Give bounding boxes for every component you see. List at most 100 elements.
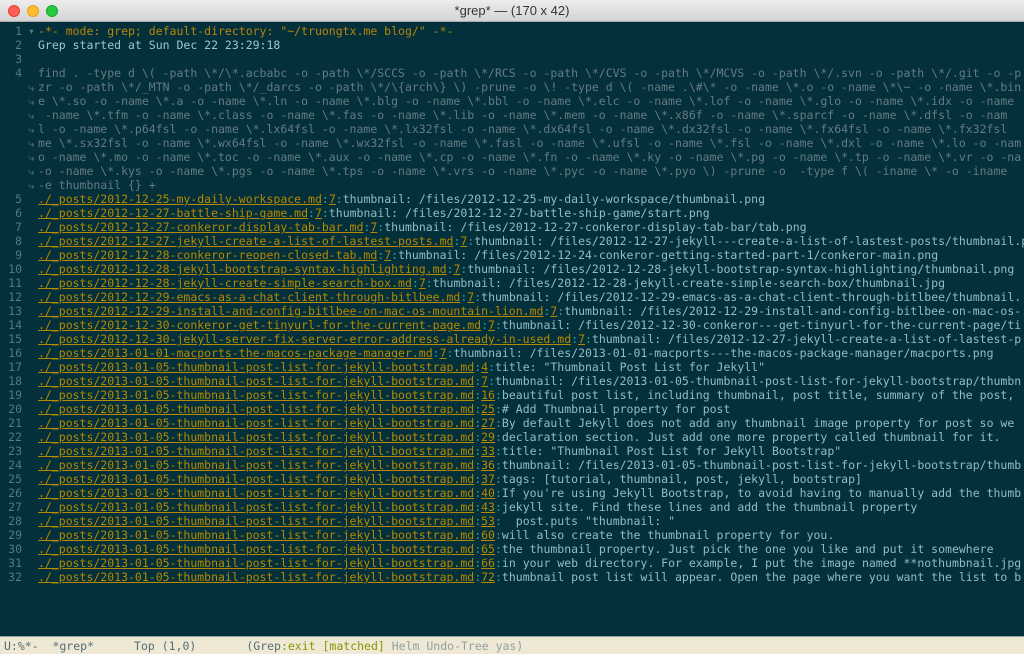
match-file[interactable]: ./_posts/2012-12-28-conkeror-reopen-clos… [38,248,377,262]
editor-line[interactable]: 25./_posts/2013-01-05-thumbnail-post-lis… [0,472,1024,486]
fold-indicator [28,402,38,416]
editor-line[interactable]: 24./_posts/2013-01-05-thumbnail-post-lis… [0,458,1024,472]
editor-line[interactable]: ⤷zr -o -path \*/_MTN -o -path \*/_darcs … [0,80,1024,94]
match-line[interactable]: 7 [329,192,336,206]
zoom-icon[interactable] [46,5,58,17]
editor-line[interactable]: ⤷me \*.sx32fsl -o -name \*.wx64fsl -o -n… [0,136,1024,150]
match-file[interactable]: ./_posts/2012-12-30-conkeror-get-tinyurl… [38,318,481,332]
match-file[interactable]: ./_posts/2012-12-30-jekyll-server-fix-se… [38,332,571,346]
match-line[interactable]: 66 [481,556,495,570]
editor-line[interactable]: 30./_posts/2013-01-05-thumbnail-post-lis… [0,542,1024,556]
editor-line[interactable]: 13./_posts/2012-12-29-install-and-config… [0,304,1024,318]
match-file[interactable]: ./_posts/2013-01-05-thumbnail-post-list-… [38,374,474,388]
match-line[interactable]: 33 [481,444,495,458]
editor-line[interactable]: 28./_posts/2013-01-05-thumbnail-post-lis… [0,514,1024,528]
match-line[interactable]: 7 [488,318,495,332]
match-file[interactable]: ./_posts/2013-01-05-thumbnail-post-list-… [38,360,474,374]
match-line[interactable]: 7 [578,332,585,346]
match-file[interactable]: ./_posts/2013-01-05-thumbnail-post-list-… [38,542,474,556]
editor-line[interactable]: 18./_posts/2013-01-05-thumbnail-post-lis… [0,374,1024,388]
match-file[interactable]: ./_posts/2013-01-05-thumbnail-post-list-… [38,402,474,416]
match-line[interactable]: 43 [481,500,495,514]
match-file[interactable]: ./_posts/2013-01-01-macports-the-macos-p… [38,346,433,360]
match-line[interactable]: 7 [440,346,447,360]
editor-line[interactable]: 23./_posts/2013-01-05-thumbnail-post-lis… [0,444,1024,458]
match-line[interactable]: 16 [481,388,495,402]
editor-line[interactable]: 27./_posts/2013-01-05-thumbnail-post-lis… [0,500,1024,514]
editor-line[interactable]: 20./_posts/2013-01-05-thumbnail-post-lis… [0,402,1024,416]
match-file[interactable]: ./_posts/2013-01-05-thumbnail-post-list-… [38,486,474,500]
match-file[interactable]: ./_posts/2012-12-29-install-and-config-b… [38,304,543,318]
editor-line[interactable]: 17./_posts/2013-01-05-thumbnail-post-lis… [0,360,1024,374]
match-file[interactable]: ./_posts/2012-12-28-jekyll-create-simple… [38,276,412,290]
match-line[interactable]: 72 [481,570,495,584]
editor-line[interactable]: 6./_posts/2012-12-27-battle-ship-game.md… [0,206,1024,220]
match-line[interactable]: 29 [481,430,495,444]
match-line[interactable]: 7 [315,206,322,220]
editor-line[interactable]: 9 ./_posts/2012-12-28-conkeror-reopen-clo… [0,248,1024,262]
match-file[interactable]: ./_posts/2013-01-05-thumbnail-post-list-… [38,430,474,444]
match-file[interactable]: ./_posts/2013-01-05-thumbnail-post-list-… [38,458,474,472]
editor-line[interactable]: 31./_posts/2013-01-05-thumbnail-post-lis… [0,556,1024,570]
editor-line[interactable]: 12./_posts/2012-12-29-emacs-as-a-chat-cl… [0,290,1024,304]
match-file[interactable]: ./_posts/2013-01-05-thumbnail-post-list-… [38,528,474,542]
editor-line[interactable]: 32./_posts/2013-01-05-thumbnail-post-lis… [0,570,1024,584]
editor-line[interactable]: ⤷o -name \*.mo -o -name \*.toc -o -name … [0,150,1024,164]
editor-line[interactable]: 29./_posts/2013-01-05-thumbnail-post-lis… [0,528,1024,542]
editor-line[interactable]: 16./_posts/2013-01-01-macports-the-macos… [0,346,1024,360]
match-file[interactable]: ./_posts/2012-12-29-emacs-as-a-chat-clie… [38,290,460,304]
editor-line[interactable]: 1▾-*- mode: grep; default-directory: "~/… [0,24,1024,38]
editor-line[interactable]: 8./_posts/2012-12-27-jekyll-create-a-lis… [0,234,1024,248]
match-line[interactable]: 36 [481,458,495,472]
match-file[interactable]: ./_posts/2012-12-27-jekyll-create-a-list… [38,234,453,248]
match-line[interactable]: 53 [481,514,495,528]
editor-line[interactable]: ⤷l -o -name \*.p64fsl -o -name \*.lx64fs… [0,122,1024,136]
minimize-icon[interactable] [27,5,39,17]
match-line[interactable]: 60 [481,528,495,542]
match-file[interactable]: ./_posts/2013-01-05-thumbnail-post-list-… [38,472,474,486]
match-file[interactable]: ./_posts/2013-01-05-thumbnail-post-list-… [38,444,474,458]
line-number: 3 [0,52,28,66]
editor-line[interactable]: 3 [0,52,1024,66]
editor-line[interactable]: 7./_posts/2012-12-27-conkeror-display-ta… [0,220,1024,234]
editor-line[interactable]: 11./_posts/2012-12-28-jekyll-create-simp… [0,276,1024,290]
editor-line[interactable]: 21./_posts/2013-01-05-thumbnail-post-lis… [0,416,1024,430]
fold-indicator: ⤷ [28,164,38,178]
match-line[interactable]: 40 [481,486,495,500]
fold-indicator [28,206,38,220]
editor-line[interactable]: 4find . -type d \( -path \*/\*.acbabc -o… [0,66,1024,80]
fold-indicator [28,360,38,374]
match-file[interactable]: ./_posts/2013-01-05-thumbnail-post-list-… [38,388,474,402]
editor-body[interactable]: 1▾-*- mode: grep; default-directory: "~/… [0,22,1024,636]
match-file[interactable]: ./_posts/2013-01-05-thumbnail-post-list-… [38,416,474,430]
editor-line[interactable]: 22./_posts/2013-01-05-thumbnail-post-lis… [0,430,1024,444]
editor-line[interactable]: 26./_posts/2013-01-05-thumbnail-post-lis… [0,486,1024,500]
match-file[interactable]: ./_posts/2012-12-28-jekyll-bootstrap-syn… [38,262,447,276]
editor-line[interactable]: 5./_posts/2012-12-25-my-daily-workspace.… [0,192,1024,206]
match-file[interactable]: ./_posts/2013-01-05-thumbnail-post-list-… [38,556,474,570]
match-line[interactable]: 65 [481,542,495,556]
line-number: 9 [0,248,28,262]
match-text: tags: [tutorial, thumbnail, post, jekyll… [502,472,862,486]
fold-indicator [28,346,38,360]
match-file[interactable]: ./_posts/2013-01-05-thumbnail-post-list-… [38,500,474,514]
match-line[interactable]: 37 [481,472,495,486]
match-file[interactable]: ./_posts/2013-01-05-thumbnail-post-list-… [38,570,474,584]
editor-line[interactable]: 10./_posts/2012-12-28-jekyll-bootstrap-s… [0,262,1024,276]
editor-line[interactable]: ⤷ -name \*.tfm -o -name \*.class -o -nam… [0,108,1024,122]
editor-line[interactable]: 14./_posts/2012-12-30-conkeror-get-tinyu… [0,318,1024,332]
match-line[interactable]: 27 [481,416,495,430]
match-line[interactable]: 7 [419,276,426,290]
editor-line[interactable]: ⤷e \*.so -o -name \*.a -o -name \*.ln -o… [0,94,1024,108]
editor-line[interactable]: 15./_posts/2012-12-30-jekyll-server-fix-… [0,332,1024,346]
match-file[interactable]: ./_posts/2012-12-25-my-daily-workspace.m… [38,192,322,206]
editor-line[interactable]: 2Grep started at Sun Dec 22 23:29:18 [0,38,1024,52]
editor-line[interactable]: ⤷-e thumbnail {} + [0,178,1024,192]
match-file[interactable]: ./_posts/2012-12-27-conkeror-display-tab… [38,220,363,234]
match-file[interactable]: ./_posts/2013-01-05-thumbnail-post-list-… [38,514,474,528]
match-file[interactable]: ./_posts/2012-12-27-battle-ship-game.md [38,206,308,220]
editor-line[interactable]: 19./_posts/2013-01-05-thumbnail-post-lis… [0,388,1024,402]
match-line[interactable]: 25 [481,402,495,416]
editor-line[interactable]: ⤷-o -name \*.kys -o -name \*.pgs -o -nam… [0,164,1024,178]
close-icon[interactable] [8,5,20,17]
